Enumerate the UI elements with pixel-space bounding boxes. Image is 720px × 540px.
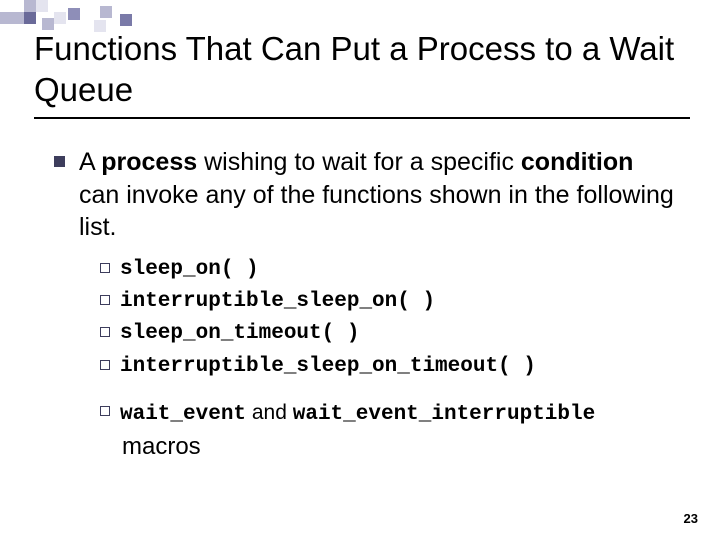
intro-bold-process: process xyxy=(101,148,197,176)
bullet-level1: A process wishing to wait for a specific… xyxy=(54,146,680,244)
hollow-square-icon xyxy=(100,295,110,305)
deco-square xyxy=(24,0,36,12)
intro-bold-condition: condition xyxy=(521,148,633,176)
code-item: sleep_on_timeout( ) xyxy=(120,320,359,348)
macro-a: wait_event xyxy=(120,403,246,426)
list-item: sleep_on_timeout( ) xyxy=(100,320,680,348)
list-item: interruptible_sleep_on_timeout( ) xyxy=(100,353,680,381)
code-item: interruptible_sleep_on( ) xyxy=(120,288,435,316)
hollow-square-icon xyxy=(100,263,110,273)
deco-square xyxy=(24,12,36,24)
deco-square xyxy=(120,14,132,26)
slide-title: Functions That Can Put a Process to a Wa… xyxy=(34,28,690,111)
deco-square xyxy=(36,0,48,12)
deco-square xyxy=(0,12,12,24)
deco-square xyxy=(54,12,66,24)
macro-b: wait_event_interruptible xyxy=(293,403,595,426)
list-item: interruptible_sleep_on( ) xyxy=(100,288,680,316)
intro-pre: A xyxy=(79,148,101,176)
deco-square xyxy=(68,8,80,20)
body-content: A process wishing to wait for a specific… xyxy=(54,146,680,461)
hollow-square-icon xyxy=(100,406,110,416)
macro-tail: macros xyxy=(122,433,680,461)
macro-line: wait_event and wait_event_interruptible xyxy=(120,399,595,429)
sublist: sleep_on( ) interruptible_sleep_on( ) sl… xyxy=(100,256,680,462)
list-item: sleep_on( ) xyxy=(100,256,680,284)
intro-post: can invoke any of the functions shown in… xyxy=(79,181,674,242)
list-item: wait_event and wait_event_interruptible xyxy=(100,399,680,429)
deco-square xyxy=(100,6,112,18)
hollow-square-icon xyxy=(100,360,110,370)
code-item: interruptible_sleep_on_timeout( ) xyxy=(120,353,536,381)
title-block: Functions That Can Put a Process to a Wa… xyxy=(34,28,690,119)
page-number: 23 xyxy=(684,511,698,526)
square-bullet-icon xyxy=(54,156,65,167)
hollow-square-icon xyxy=(100,327,110,337)
deco-square xyxy=(12,12,24,24)
intro-mid: wishing to wait for a specific xyxy=(197,148,521,176)
intro-text: A process wishing to wait for a specific… xyxy=(79,146,680,244)
code-item: sleep_on( ) xyxy=(120,256,259,284)
macro-join: and xyxy=(246,401,293,424)
